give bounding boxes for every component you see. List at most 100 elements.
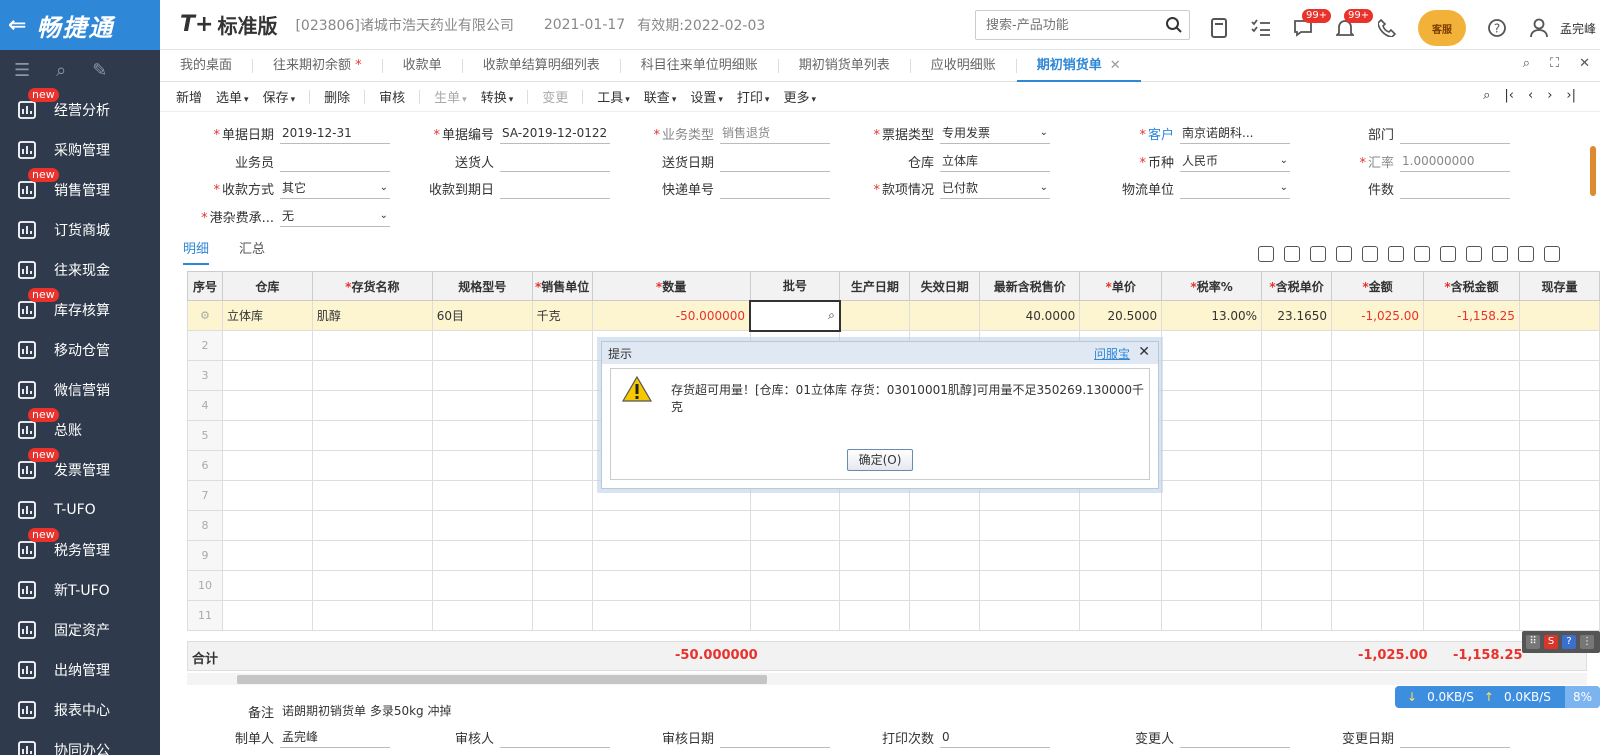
save-button[interactable]: 保存 ▾ <box>263 87 296 106</box>
table-cell[interactable] <box>1331 570 1424 601</box>
sidebar-item-15[interactable]: 报表中心 <box>0 690 160 730</box>
column-header[interactable]: 批号 <box>749 271 841 301</box>
table-cell[interactable] <box>531 540 593 571</box>
logistics-select[interactable]: ⌄ <box>1180 177 1290 199</box>
sidebar-item-0[interactable]: 经营分析 new <box>0 88 160 130</box>
cell-exp-date[interactable] <box>909 300 981 331</box>
sidebar-item-7[interactable]: 微信营销 <box>0 370 160 410</box>
table-cell[interactable] <box>1161 330 1263 361</box>
table-cell[interactable] <box>909 540 981 571</box>
table-cell[interactable] <box>909 600 981 631</box>
change-button[interactable]: 变更 <box>542 87 568 106</box>
column-header[interactable]: 序号 <box>187 271 223 301</box>
table-cell[interactable] <box>431 390 533 421</box>
table-cell[interactable] <box>909 570 981 601</box>
table-cell[interactable] <box>979 600 1081 631</box>
scrollbar-thumb[interactable] <box>237 675 767 684</box>
table-cell[interactable] <box>221 420 313 451</box>
table-cell[interactable] <box>531 570 593 601</box>
cell-spec[interactable]: 60目 <box>431 300 533 331</box>
table-cell[interactable] <box>1518 570 1600 601</box>
tab-3[interactable]: 收款单结算明细列表 <box>463 50 620 82</box>
username[interactable]: 孟完峰 <box>1560 20 1596 37</box>
ok-button[interactable]: 确定(O) <box>847 449 913 471</box>
table-row[interactable]: 10 <box>187 570 1600 601</box>
table-cell[interactable] <box>1161 510 1263 541</box>
sidebar-item-12[interactable]: 新T-UFO <box>0 570 160 610</box>
table-cell[interactable] <box>839 600 911 631</box>
table-row[interactable]: 9 <box>187 540 1600 571</box>
table-cell[interactable] <box>1423 390 1520 421</box>
message-icon[interactable]: 99+ <box>1292 9 1332 39</box>
table-cell[interactable] <box>591 570 751 601</box>
close-icon[interactable]: ✕ <box>1579 56 1590 71</box>
pieces-input[interactable] <box>1400 177 1510 199</box>
sidebar-item-5[interactable]: 库存核算 new <box>0 288 160 330</box>
table-cell[interactable] <box>1518 420 1600 451</box>
table-cell[interactable] <box>839 510 911 541</box>
cell-name[interactable]: 肌醇 <box>311 300 433 331</box>
cell-qty[interactable]: -50.000000 <box>591 300 751 331</box>
table-cell[interactable] <box>1161 420 1263 451</box>
table-cell[interactable] <box>1423 510 1520 541</box>
table-cell[interactable] <box>1518 480 1600 511</box>
sogou-icon[interactable]: S <box>1544 635 1558 649</box>
table-cell[interactable] <box>531 450 593 481</box>
pay-method-select[interactable]: 其它 ⌄ <box>280 177 390 199</box>
table-cell[interactable] <box>1518 540 1600 571</box>
more-button[interactable]: 更多 ▾ <box>783 87 816 106</box>
table-cell[interactable] <box>1331 480 1424 511</box>
settings-button[interactable]: 设置 ▾ <box>690 87 723 106</box>
select-button[interactable]: 选单 ▾ <box>216 87 249 106</box>
cell-tax-amount[interactable]: -1,158.25 <box>1423 300 1520 331</box>
sidebar-item-1[interactable]: 采购管理 <box>0 130 160 170</box>
table-cell[interactable] <box>749 510 841 541</box>
user-icon[interactable] <box>1528 17 1550 39</box>
table-cell[interactable] <box>1423 360 1520 391</box>
chart-icon[interactable] <box>1414 246 1430 262</box>
table-cell[interactable] <box>1261 420 1333 451</box>
customer-service-button[interactable]: 客服 <box>1418 10 1466 46</box>
table-cell[interactable] <box>431 570 533 601</box>
row-number[interactable]: 11 <box>187 600 223 631</box>
table-cell[interactable] <box>431 540 533 571</box>
sidebar-item-3[interactable]: 订货商城 <box>0 210 160 250</box>
calculator-icon[interactable] <box>1208 17 1230 39</box>
table-cell[interactable] <box>1261 390 1333 421</box>
table-cell[interactable] <box>311 450 433 481</box>
help-link[interactable]: 问服宝 <box>1094 345 1130 362</box>
table-cell[interactable] <box>1261 570 1333 601</box>
table-cell[interactable] <box>431 330 533 361</box>
tab-2[interactable]: 收款单 <box>383 50 462 82</box>
table-cell[interactable] <box>531 420 593 451</box>
table-cell[interactable] <box>1079 540 1163 571</box>
table-cell[interactable] <box>311 510 433 541</box>
dept-input[interactable] <box>1400 122 1510 144</box>
edit-icon[interactable]: ✎ <box>92 60 107 81</box>
row-handle-icon[interactable]: ⚙ <box>187 300 223 331</box>
location-icon[interactable] <box>1258 246 1274 262</box>
sidebar-item-8[interactable]: 总账 new <box>0 408 160 450</box>
edit-icon[interactable] <box>1362 246 1378 262</box>
table-cell[interactable] <box>1161 480 1263 511</box>
menu-icon[interactable]: ☰ <box>14 60 30 81</box>
row-number[interactable]: 6 <box>187 450 223 481</box>
port-fee-select[interactable]: 无 ⌄ <box>280 205 390 227</box>
table-cell[interactable] <box>221 600 313 631</box>
print-button[interactable]: 打印 ▾ <box>737 87 770 106</box>
table-cell[interactable] <box>311 600 433 631</box>
expand-icon[interactable] <box>1544 246 1560 262</box>
cell-stock[interactable] <box>1518 300 1600 331</box>
table-cell[interactable] <box>1423 540 1520 571</box>
table-cell[interactable] <box>1331 600 1424 631</box>
table-row[interactable]: ⚙ 立体库 肌醇 60目 千克 -50.000000 ⌕ 40.0000 20.… <box>187 299 1600 332</box>
logo[interactable]: ⇐ 畅捷通 <box>0 0 160 50</box>
split-icon[interactable] <box>1388 246 1404 262</box>
grid-icon[interactable] <box>1466 246 1482 262</box>
export-icon[interactable] <box>1440 246 1456 262</box>
bell-icon[interactable]: 99+ <box>1334 9 1374 39</box>
sidebar-item-6[interactable]: 移动仓管 <box>0 330 160 370</box>
back-arrow-icon[interactable]: ⇐ <box>8 13 28 38</box>
table-cell[interactable] <box>311 390 433 421</box>
table-cell[interactable] <box>1161 390 1263 421</box>
